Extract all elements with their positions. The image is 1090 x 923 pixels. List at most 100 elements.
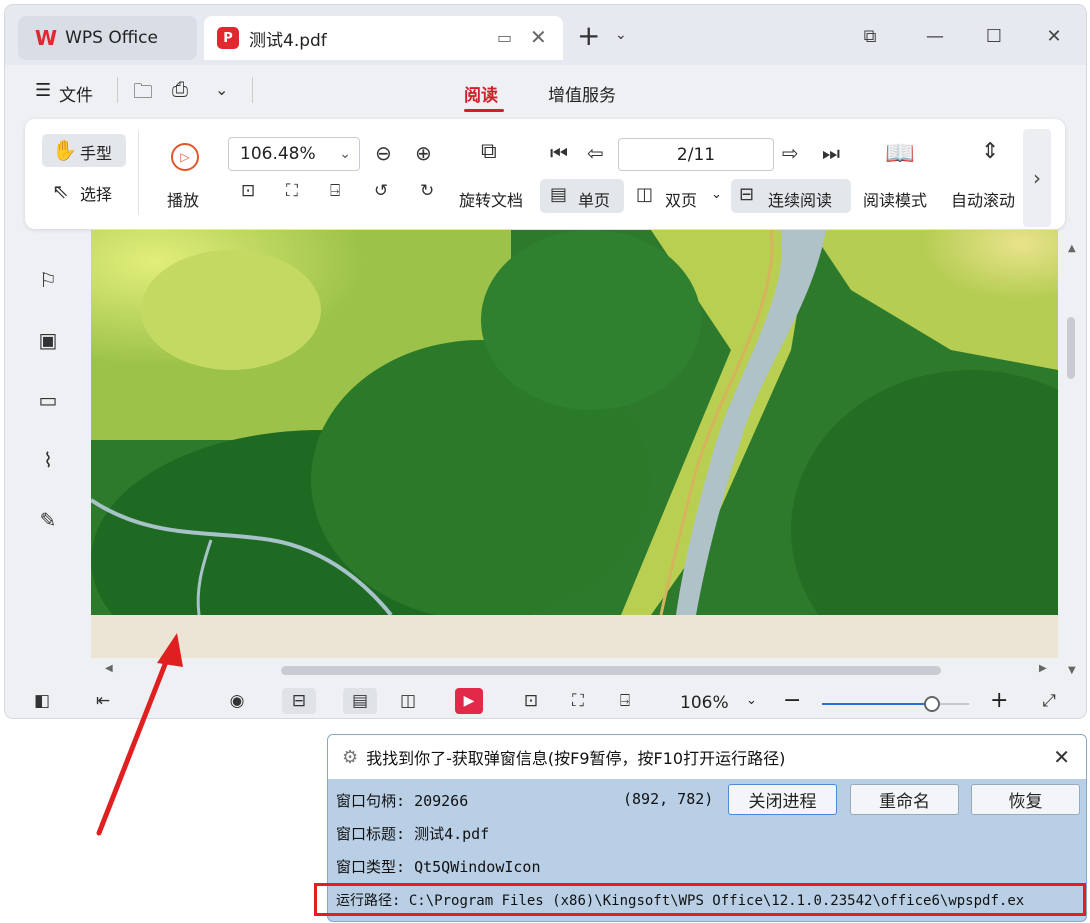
fit-page-icon[interactable]: ⛶ (286, 183, 298, 200)
maximize-icon[interactable]: ☐ (979, 23, 1009, 49)
tab-home-label: WPS Office (65, 28, 158, 48)
bookmark-icon[interactable]: ⚐ (35, 267, 61, 293)
horizontal-scroll-thumb[interactable] (281, 666, 941, 675)
cursor-icon: ⇖ (52, 179, 69, 203)
hand-tool-label: 手型 (80, 144, 113, 163)
eye-protection-icon[interactable]: ◉ (224, 688, 250, 714)
rotate-doc-button[interactable]: ⧉ 旋转文档 (457, 139, 533, 219)
rotate-right-icon[interactable]: ↻ (420, 183, 434, 200)
divider (138, 131, 139, 215)
rotate-doc-label: 旋转文档 (459, 191, 524, 210)
left-sidebar: ⚐ ▣ ▭ ⌇ ✎ (5, 235, 90, 685)
actual-size-status-icon[interactable]: ⊡ (518, 688, 544, 714)
restore-button[interactable]: 恢复 (971, 784, 1080, 815)
new-tab-icon[interactable]: + (577, 19, 600, 52)
vertical-scroll-thumb[interactable] (1067, 317, 1075, 379)
single-page-button[interactable]: ▤ 单页 (540, 179, 624, 213)
page-illustration (91, 230, 1058, 658)
prev-page-icon[interactable]: ⇦ (587, 143, 604, 163)
tab-wps-home[interactable]: W WPS Office (18, 16, 197, 60)
book-icon: 📖 (885, 139, 915, 167)
comment-icon[interactable]: ▭ (35, 387, 61, 413)
zoom-slider-knob[interactable] (924, 696, 941, 712)
toggle-sidebar-icon[interactable]: ◧ (29, 688, 55, 714)
popup-close-icon[interactable]: ✕ (1053, 745, 1070, 769)
file-menu[interactable]: 文件 (59, 81, 93, 106)
close-window-icon[interactable]: ✕ (1039, 23, 1069, 49)
ribbon-more-icon[interactable]: › (1023, 129, 1051, 227)
zoom-slider[interactable] (822, 696, 969, 712)
continuous-view-icon[interactable]: ⊟ (282, 688, 316, 714)
minimize-icon[interactable]: — (920, 23, 950, 49)
continuous-read-button[interactable]: ⊟ 连续阅读 (731, 179, 851, 213)
scroll-right-icon[interactable]: ▶ (1039, 663, 1047, 674)
fit-width-status-icon[interactable]: ⍈ (612, 688, 638, 714)
zoom-dropdown-icon: ⌄ (339, 146, 351, 162)
double-page-button[interactable]: ◫ 双页 ⌄ (632, 179, 727, 213)
thumbnail-icon[interactable]: ▣ (35, 327, 61, 353)
rename-button[interactable]: 重命名 (850, 784, 959, 815)
vertical-scrollbar[interactable]: ▲ ▼ (1062, 235, 1086, 685)
next-page-icon[interactable]: ⇨ (782, 143, 799, 163)
open-folder-icon[interactable]: 🗀 (133, 77, 153, 111)
auto-scroll-button[interactable]: ⇕ 自动滚动 (951, 139, 1023, 219)
tab-bar: W WPS Office P 测试4.pdf ▭ ✕ + ⌄ ⧉ — ☐ ✕ (5, 5, 1086, 65)
fit-width-icon[interactable]: ⍈ (330, 183, 340, 200)
zoom-minus-icon[interactable]: − (783, 688, 801, 713)
fullscreen-icon[interactable]: ⤢ (1036, 688, 1062, 714)
zoom-plus-icon[interactable]: + (990, 688, 1008, 713)
play-slideshow-icon[interactable]: ▶ (455, 688, 483, 714)
read-mode-label: 阅读模式 (863, 191, 928, 210)
menu-bar: ☰ 文件 🗀 ⎙ ⌄ 阅读 增值服务 (5, 65, 1086, 121)
tab-dropdown-icon[interactable]: ⌄ (615, 27, 627, 43)
select-tool-button[interactable]: ⇖ 选择 (52, 177, 136, 207)
actual-size-icon[interactable]: ⊡ (241, 183, 255, 200)
class-value: Qt5QWindowIcon (414, 858, 541, 876)
tab-services[interactable]: 增值服务 (548, 81, 616, 106)
last-page-icon[interactable]: ⏭ (822, 143, 840, 163)
zoom-select[interactable]: 106.48% ⌄ (228, 137, 360, 171)
signature-icon[interactable]: ✎ (35, 507, 61, 533)
handle-value: 209266 (414, 792, 469, 810)
first-page-icon[interactable]: ⏮ (550, 143, 568, 163)
hand-tool-button[interactable]: ✋ 手型 (42, 134, 126, 167)
single-view-icon[interactable]: ▤ (343, 688, 377, 714)
window-layout-icon[interactable]: ⧉ (855, 23, 885, 49)
wps-window: W WPS Office P 测试4.pdf ▭ ✕ + ⌄ ⧉ — ☐ ✕ ☰… (5, 5, 1086, 718)
title-value: 测试4.pdf (414, 825, 490, 843)
popup-title: 我找到你了-获取弹窗信息(按F9暂停，按F10打开运行路径) (366, 749, 786, 768)
tab-doc-label: 测试4.pdf (249, 30, 327, 51)
hamburger-icon[interactable]: ☰ (35, 80, 51, 101)
status-zoom-dropdown-icon[interactable]: ⌄ (746, 693, 757, 708)
popup-titlebar: ⚙ 我找到你了-获取弹窗信息(按F9暂停，按F10打开运行路径) ✕ (328, 735, 1086, 779)
horizontal-scrollbar[interactable]: ◀ ▶ (91, 660, 1058, 680)
attachment-icon[interactable]: ⌇ (35, 447, 61, 473)
play-button[interactable]: ▷ 播放 (165, 139, 205, 219)
tab-document[interactable]: P 测试4.pdf ▭ ✕ (204, 16, 563, 60)
close-tab-icon[interactable]: ✕ (530, 25, 547, 49)
double-page-label: 双页 (665, 191, 698, 210)
quick-access-dropdown-icon[interactable]: ⌄ (215, 80, 228, 99)
status-zoom-value[interactable]: 106% (680, 693, 729, 713)
print-icon[interactable]: ⎙ (172, 77, 188, 101)
path-highlight-box (314, 883, 1086, 916)
zoom-in-icon[interactable]: ⊕ (415, 143, 432, 163)
kill-process-button[interactable]: 关闭进程 (728, 784, 837, 815)
scroll-up-icon[interactable]: ▲ (1068, 243, 1076, 254)
read-mode-button[interactable]: 📖 阅读模式 (863, 139, 943, 219)
zoom-out-icon[interactable]: ⊖ (375, 143, 392, 163)
monitor-icon[interactable]: ▭ (497, 28, 512, 47)
ribbon-toolbar: ✋ 手型 ⇖ 选择 ▷ 播放 106.48% ⌄ ⊖ ⊕ ⊡ ⛶ ⍈ ↺ ↻ ⧉… (25, 119, 1065, 229)
double-view-icon[interactable]: ◫ (395, 688, 421, 714)
continuous-read-icon: ⊟ (739, 184, 755, 205)
fit-page-status-icon[interactable]: ⛶ (565, 688, 591, 714)
single-page-icon: ▤ (550, 184, 568, 205)
scroll-down-icon[interactable]: ▼ (1068, 665, 1076, 676)
single-page-label: 单页 (578, 191, 611, 210)
page-number-input[interactable]: 2/11 (618, 138, 774, 171)
rotate-left-icon[interactable]: ↺ (374, 183, 388, 200)
annotation-arrow (96, 633, 183, 836)
tab-read[interactable]: 阅读 (464, 81, 498, 106)
zoom-value: 106.48% (240, 144, 316, 164)
page-value: 2/11 (676, 144, 716, 165)
